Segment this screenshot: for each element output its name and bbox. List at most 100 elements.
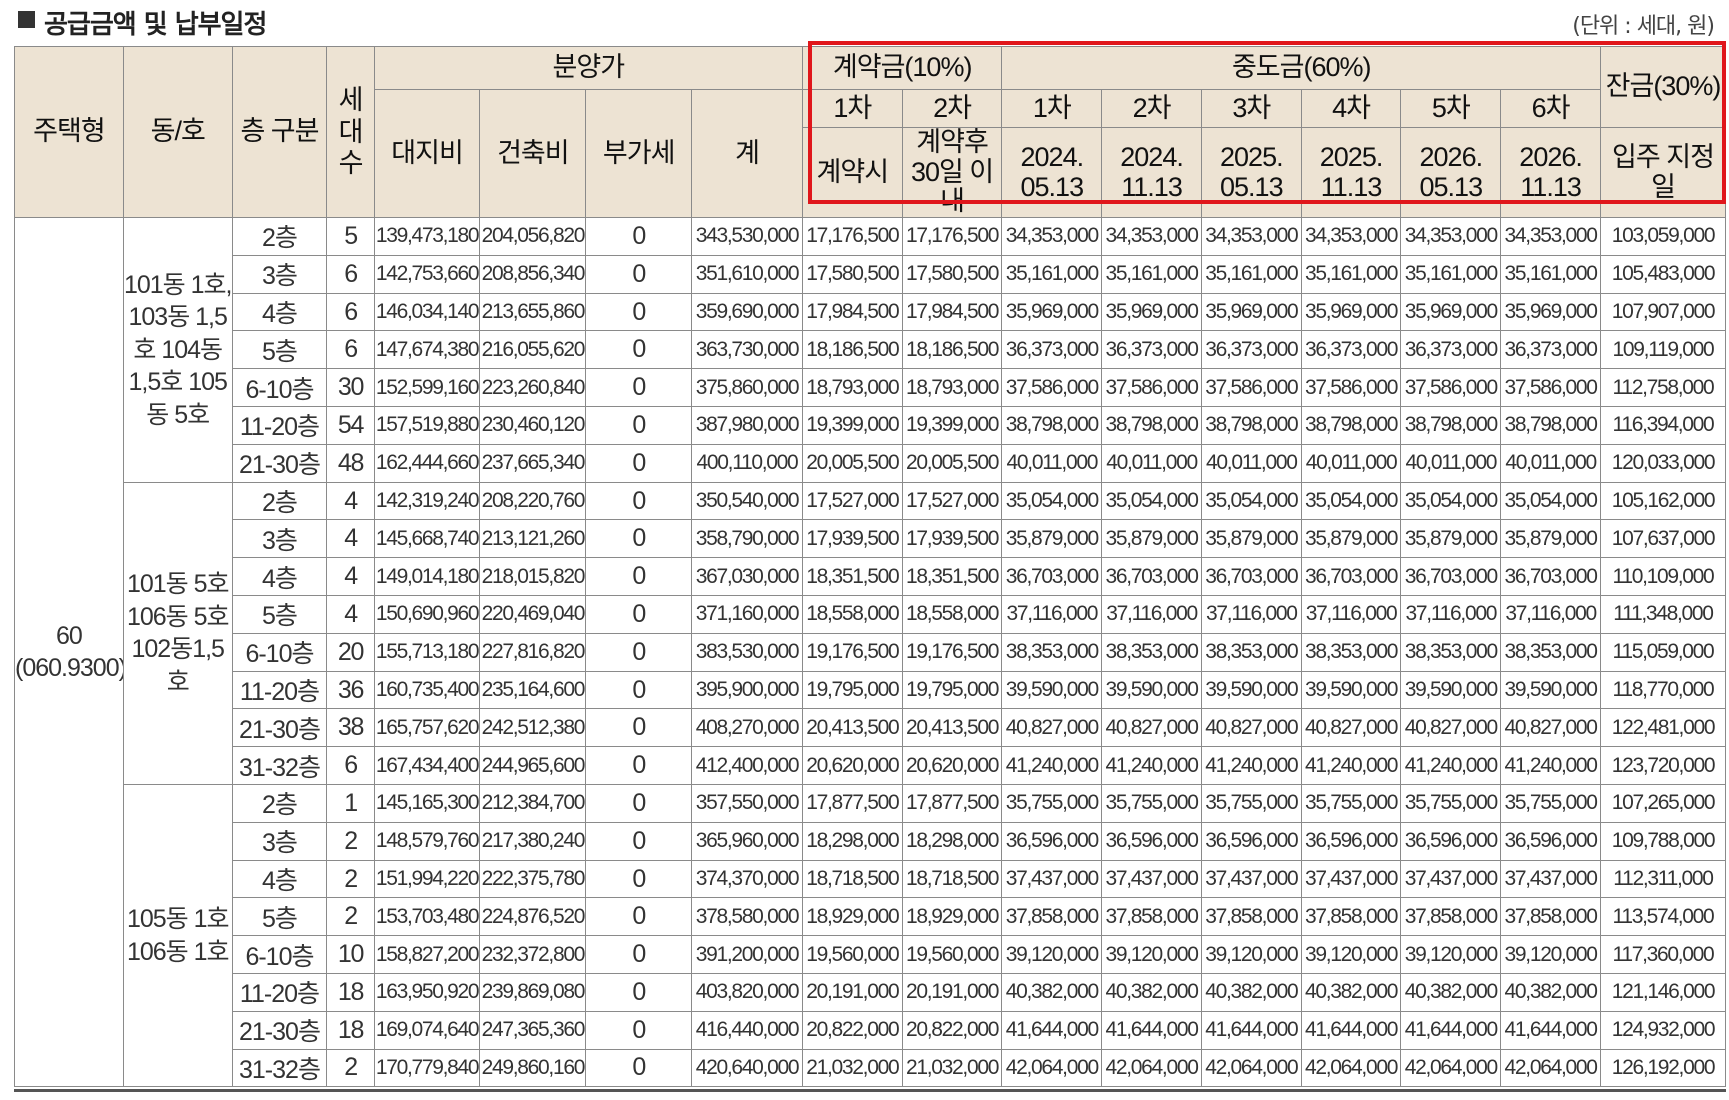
middle-payment-cell: 36,703,000 (1400, 557, 1502, 597)
middle-payment-cell: 40,382,000 (1400, 973, 1502, 1012)
header-units-char: 수 (338, 147, 364, 178)
vat-cell: 0 (585, 519, 693, 559)
total-cell: 412,400,000 (691, 746, 803, 786)
header-house-type: 주택형 (14, 45, 124, 219)
middle-payment-cell: 35,755,000 (1001, 784, 1103, 823)
floor-cell: 4층 (231, 859, 328, 899)
middle-payment-cell: 38,798,000 (1001, 406, 1103, 445)
header-contract-2-date: 계약후 30일 이내 (901, 126, 1003, 219)
middle-payment-cell: 40,382,000 (1101, 973, 1202, 1012)
floor-cell: 11-20층 (231, 973, 328, 1012)
land-cell: 169,074,640 (373, 1010, 481, 1050)
middle-payment-cell: 35,969,000 (1300, 292, 1402, 332)
balance-cell: 103,059,000 (1599, 217, 1727, 256)
table-row: 11-20층 18 163,950,920 239,869,080 0 403,820,0… (15, 973, 1727, 1012)
contract-2-cell: 17,984,500 (901, 292, 1003, 332)
middle-payment-cell: 40,011,000 (1300, 443, 1402, 483)
middle-payment-cell: 41,240,000 (1001, 746, 1103, 786)
total-cell: 367,030,000 (691, 557, 803, 597)
middle-payment-cell: 35,161,000 (1101, 254, 1202, 294)
vat-cell: 0 (585, 330, 693, 370)
middle-payment-cell: 37,116,000 (1400, 595, 1502, 634)
header-total: 계 (691, 88, 803, 219)
middle-payment-cell: 35,755,000 (1101, 784, 1202, 823)
building-cell: 222,375,780 (479, 859, 587, 899)
contract-2-cell: 18,558,000 (901, 595, 1003, 634)
units-cell: 5 (326, 217, 375, 256)
contract-1-cell: 19,560,000 (801, 935, 903, 974)
vat-cell: 0 (585, 670, 693, 710)
table-row: 31-32층 2 170,779,840 249,860,160 0 420,640,00… (15, 1048, 1727, 1088)
table-row: 4층 6 146,034,140 213,655,860 0 359,690,000 17,… (15, 292, 1727, 332)
middle-payment-cell: 35,054,000 (1101, 481, 1202, 521)
middle-payment-cell: 37,116,000 (1101, 595, 1202, 634)
floor-cell: 4층 (231, 557, 328, 597)
vat-cell: 0 (585, 784, 693, 823)
middle-payment-cell: 40,011,000 (1101, 443, 1202, 483)
balance-cell: 112,311,000 (1599, 859, 1727, 899)
units-cell: 10 (326, 935, 375, 974)
middle-payment-cell: 40,382,000 (1500, 973, 1601, 1012)
middle-payment-cell: 39,120,000 (1500, 935, 1601, 974)
land-cell: 145,668,740 (373, 519, 481, 559)
contract-2-cell: 20,822,000 (901, 1010, 1003, 1050)
middle-payment-cell: 35,161,000 (1001, 254, 1103, 294)
vat-cell: 0 (585, 821, 693, 861)
middle-payment-cell: 37,586,000 (1500, 368, 1601, 408)
middle-payment-cell: 35,161,000 (1400, 254, 1502, 294)
units-cell: 4 (326, 481, 375, 521)
total-cell: 359,690,000 (691, 292, 803, 332)
balance-cell: 118,770,000 (1599, 670, 1727, 710)
square-bullet-icon (18, 11, 35, 28)
middle-payment-cell: 41,644,000 (1001, 1010, 1103, 1050)
total-cell: 391,200,000 (691, 935, 803, 974)
balance-cell: 124,932,000 (1599, 1010, 1727, 1050)
building-cell: 213,655,860 (479, 292, 587, 332)
middle-payment-cell: 37,858,000 (1300, 897, 1402, 937)
contract-2-cell: 17,580,500 (901, 254, 1003, 294)
units-cell: 54 (326, 406, 375, 445)
middle-payment-cell: 38,798,000 (1500, 406, 1601, 445)
middle-payment-cell: 37,437,000 (1400, 859, 1502, 899)
total-cell: 387,980,000 (691, 406, 803, 445)
contract-1-cell: 18,351,500 (801, 557, 903, 597)
contract-1-cell: 17,527,000 (801, 481, 903, 521)
balance-cell: 110,109,000 (1599, 557, 1727, 597)
middle-payment-cell: 34,353,000 (1101, 217, 1202, 256)
middle-payment-cell: 39,590,000 (1101, 670, 1202, 710)
vat-cell: 0 (585, 708, 693, 748)
land-cell: 158,827,200 (373, 935, 481, 974)
middle-payment-cell: 37,437,000 (1101, 859, 1202, 899)
contract-2-cell: 17,176,500 (901, 217, 1003, 256)
middle-payment-cell: 41,644,000 (1200, 1010, 1302, 1050)
header-middle-round: 2차 (1101, 89, 1202, 128)
contract-1-cell: 17,939,500 (801, 519, 903, 559)
table-row: 105동 1호 106동 1호 2층 1 145,165,300 212,384,700… (15, 784, 1727, 1088)
vat-cell: 0 (585, 292, 693, 332)
floor-cell: 2층 (231, 217, 328, 256)
balance-cell: 112,758,000 (1599, 368, 1727, 408)
middle-payment-cell: 35,161,000 (1300, 254, 1402, 294)
middle-payment-cell: 35,755,000 (1200, 784, 1302, 823)
middle-payment-cell: 35,879,000 (1200, 519, 1302, 559)
table-row: 21-30층 18 169,074,640 247,365,360 0 416,440,0… (15, 1010, 1727, 1050)
header-middle-date: 2025. 05.13 (1200, 126, 1302, 219)
total-cell: 374,370,000 (691, 859, 803, 899)
middle-payment-cell: 35,879,000 (1300, 519, 1402, 559)
contract-1-cell: 20,822,000 (801, 1010, 903, 1050)
middle-payment-cell: 42,064,000 (1200, 1048, 1302, 1088)
dong-ho-cell: 101동 5호 106동 5호 102동1,5호 (122, 481, 233, 786)
middle-payment-cell: 37,437,000 (1300, 859, 1402, 899)
contract-1-cell: 19,399,000 (801, 406, 903, 445)
floor-cell: 21-30층 (231, 708, 328, 748)
contract-1-cell: 18,718,500 (801, 859, 903, 899)
total-cell: 416,440,000 (691, 1010, 803, 1050)
middle-payment-cell: 40,827,000 (1300, 708, 1402, 748)
building-cell: 237,665,340 (479, 443, 587, 483)
contract-1-cell: 18,793,000 (801, 368, 903, 408)
contract-2-cell: 20,620,000 (901, 746, 1003, 786)
building-cell: 213,121,260 (479, 519, 587, 559)
balance-cell: 107,907,000 (1599, 292, 1727, 332)
middle-payment-cell: 35,969,000 (1101, 292, 1202, 332)
land-cell: 157,519,880 (373, 406, 481, 445)
